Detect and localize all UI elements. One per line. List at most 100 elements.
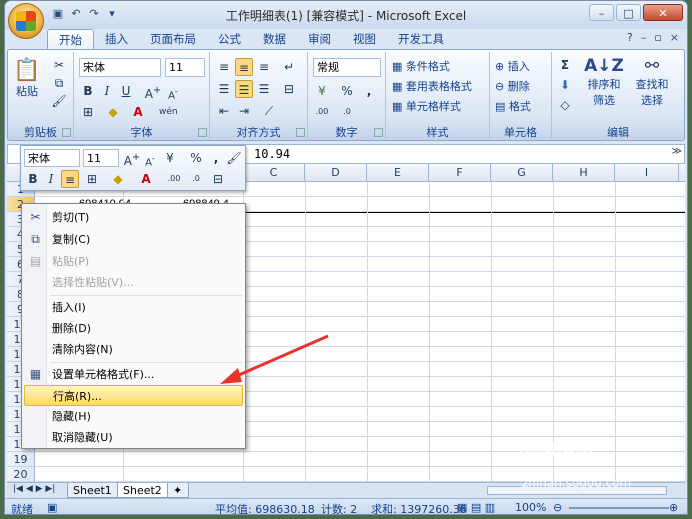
view-buttons-icon[interactable]: ▦ ▤ ▥ — [457, 501, 495, 514]
mini-font-box[interactable]: 宋体 — [24, 149, 80, 167]
mini-shrink-font-icon[interactable]: A- — [141, 149, 159, 168]
column-header-h[interactable]: H — [553, 164, 615, 182]
clipboard-launcher-icon[interactable] — [62, 128, 71, 137]
menu-item-clear[interactable]: 清除内容(N) — [24, 339, 243, 360]
shrink-font-icon[interactable]: A- — [164, 82, 182, 101]
mini-size-box[interactable]: 11 — [83, 149, 119, 167]
ribbon-restore-icon[interactable]: ▫ — [654, 31, 661, 44]
minimize-icon[interactable]: – — [589, 4, 614, 21]
underline-icon[interactable]: U — [117, 82, 135, 100]
office-button[interactable] — [8, 3, 44, 39]
menu-item-hide[interactable]: 隐藏(H) — [24, 406, 243, 427]
increase-indent-icon[interactable]: ⇥ — [235, 102, 253, 120]
row-header[interactable]: 19 — [7, 452, 35, 467]
format-as-table-button[interactable]: ▦ 套用表格格式 — [392, 78, 472, 94]
expand-formula-icon[interactable]: ≫ — [672, 146, 682, 157]
column-header-i[interactable]: I — [615, 164, 679, 182]
mini-percent-button[interactable]: % — [187, 149, 205, 167]
sheet-tab-1[interactable]: Sheet1 — [67, 483, 118, 498]
font-launcher-icon[interactable] — [198, 128, 207, 137]
font-color-icon[interactable]: A — [129, 103, 147, 121]
align-center-icon[interactable]: ☰ — [235, 80, 253, 98]
align-bottom-icon[interactable]: ≡ — [255, 58, 273, 76]
maximize-icon[interactable]: □ — [616, 4, 641, 21]
clear-icon[interactable]: ◇ — [556, 96, 574, 114]
percent-button[interactable]: % — [338, 82, 356, 100]
mini-grow-font-icon[interactable]: A+ — [123, 149, 141, 168]
column-header-d[interactable]: D — [305, 164, 367, 182]
menu-item-unhide[interactable]: 取消隐藏(U) — [24, 427, 243, 448]
ribbon-minimize-icon[interactable]: – — [641, 31, 647, 44]
zoom-out-icon[interactable]: ⊖ — [553, 501, 562, 514]
help-icon[interactable]: ? — [627, 31, 633, 44]
paste-button[interactable]: 📋 粘贴 — [12, 58, 42, 99]
font-size-box[interactable]: 11 — [165, 58, 205, 77]
mini-font-color-icon[interactable]: A — [137, 170, 155, 188]
tab-home[interactable]: 开始 — [47, 29, 94, 49]
tab-view[interactable]: 视图 — [342, 29, 387, 49]
find-select-button[interactable]: ⚯ 查找和 选择 — [630, 56, 674, 108]
merge-center-icon[interactable]: ⊟ — [280, 80, 298, 98]
menu-item-row-height[interactable]: 行高(R)... — [24, 385, 243, 406]
cell-styles-button[interactable]: ▦ 单元格样式 — [392, 98, 461, 114]
comma-style-icon[interactable]: , — [360, 82, 378, 100]
align-left-icon[interactable]: ☰ — [215, 80, 233, 98]
fill-color-icon[interactable]: ◆ — [104, 103, 122, 121]
align-middle-icon[interactable]: ≡ — [235, 58, 253, 76]
column-header-c[interactable]: C — [243, 164, 305, 182]
mini-fill-color-icon[interactable]: ◆ — [109, 170, 127, 188]
tab-developer[interactable]: 开发工具 — [387, 29, 455, 49]
grow-font-icon[interactable]: A+ — [144, 82, 162, 101]
sort-filter-button[interactable]: A↓Z 排序和 筛选 — [582, 56, 626, 108]
zoom-slider[interactable] — [569, 507, 669, 509]
tab-page-layout[interactable]: 页面布局 — [139, 29, 207, 49]
currency-icon[interactable]: ¥ — [313, 82, 331, 100]
decrease-decimal-icon[interactable]: .0 — [338, 103, 356, 121]
menu-item-format-cells[interactable]: ▦ 设置单元格格式(F)... — [24, 364, 243, 385]
fill-icon[interactable]: ⬇ — [556, 76, 574, 94]
number-format-box[interactable]: 常规 — [313, 58, 381, 77]
column-header-e[interactable]: E — [367, 164, 429, 182]
tab-data[interactable]: 数据 — [252, 29, 297, 49]
format-painter-icon[interactable]: 🖌 — [50, 92, 68, 110]
row-header[interactable]: 20 — [7, 467, 35, 482]
increase-decimal-icon[interactable]: .00 — [313, 103, 331, 121]
align-right-icon[interactable]: ☰ — [255, 80, 273, 98]
mini-borders-icon[interactable]: ⊞ — [83, 170, 101, 188]
mini-center-icon[interactable]: ≡ — [61, 170, 79, 188]
zoom-level[interactable]: 100% — [515, 501, 546, 514]
menu-item-delete[interactable]: 删除(D) — [24, 318, 243, 339]
alignment-launcher-icon[interactable] — [296, 128, 305, 137]
mini-merge-icon[interactable]: ⊟ — [209, 170, 227, 188]
cut-icon[interactable]: ✂ — [50, 56, 68, 74]
macro-record-icon[interactable]: ▣ — [47, 501, 57, 514]
sheet-tab-2[interactable]: Sheet2 — [117, 483, 168, 498]
insert-cells-button[interactable]: ⊕ 插入 — [495, 58, 530, 74]
column-header-g[interactable]: G — [491, 164, 553, 182]
menu-item-cut[interactable]: ✂ 剪切(T) — [24, 207, 243, 228]
copy-icon[interactable]: ⧉ — [50, 74, 68, 92]
menu-item-copy[interactable]: ⧉ 复制(C) — [24, 229, 243, 250]
zoom-in-icon[interactable]: ⊕ — [669, 501, 678, 514]
sheet-nav-icon[interactable]: |◀ ◀ ▶ ▶| — [13, 484, 55, 494]
column-header-f[interactable]: F — [429, 164, 491, 182]
close-icon[interactable]: ✕ — [643, 4, 683, 21]
delete-cells-button[interactable]: ⊖ 删除 — [495, 78, 530, 94]
insert-sheet-icon[interactable]: ✦ — [167, 483, 189, 498]
align-top-icon[interactable]: ≡ — [215, 58, 233, 76]
mini-italic-icon[interactable]: I — [42, 170, 60, 188]
decrease-indent-icon[interactable]: ⇤ — [215, 102, 233, 120]
phonetic-icon[interactable]: wén — [159, 103, 178, 121]
bold-icon[interactable]: B — [79, 82, 97, 100]
orientation-icon[interactable]: ⟋ — [260, 102, 278, 120]
menu-item-insert[interactable]: 插入(I) — [24, 297, 243, 318]
tab-formulas[interactable]: 公式 — [207, 29, 252, 49]
mini-comma-button[interactable]: , — [207, 149, 225, 167]
mini-decrease-decimal-icon[interactable]: .0 — [187, 170, 205, 188]
mini-increase-decimal-icon[interactable]: .00 — [165, 170, 183, 188]
borders-icon[interactable]: ⊞ — [79, 103, 97, 121]
conditional-format-button[interactable]: ▦ 条件格式 — [392, 58, 450, 74]
tab-insert[interactable]: 插入 — [94, 29, 139, 49]
menu-item-paste-special[interactable]: 选择性粘贴(V)... — [24, 272, 243, 293]
tab-review[interactable]: 审阅 — [297, 29, 342, 49]
